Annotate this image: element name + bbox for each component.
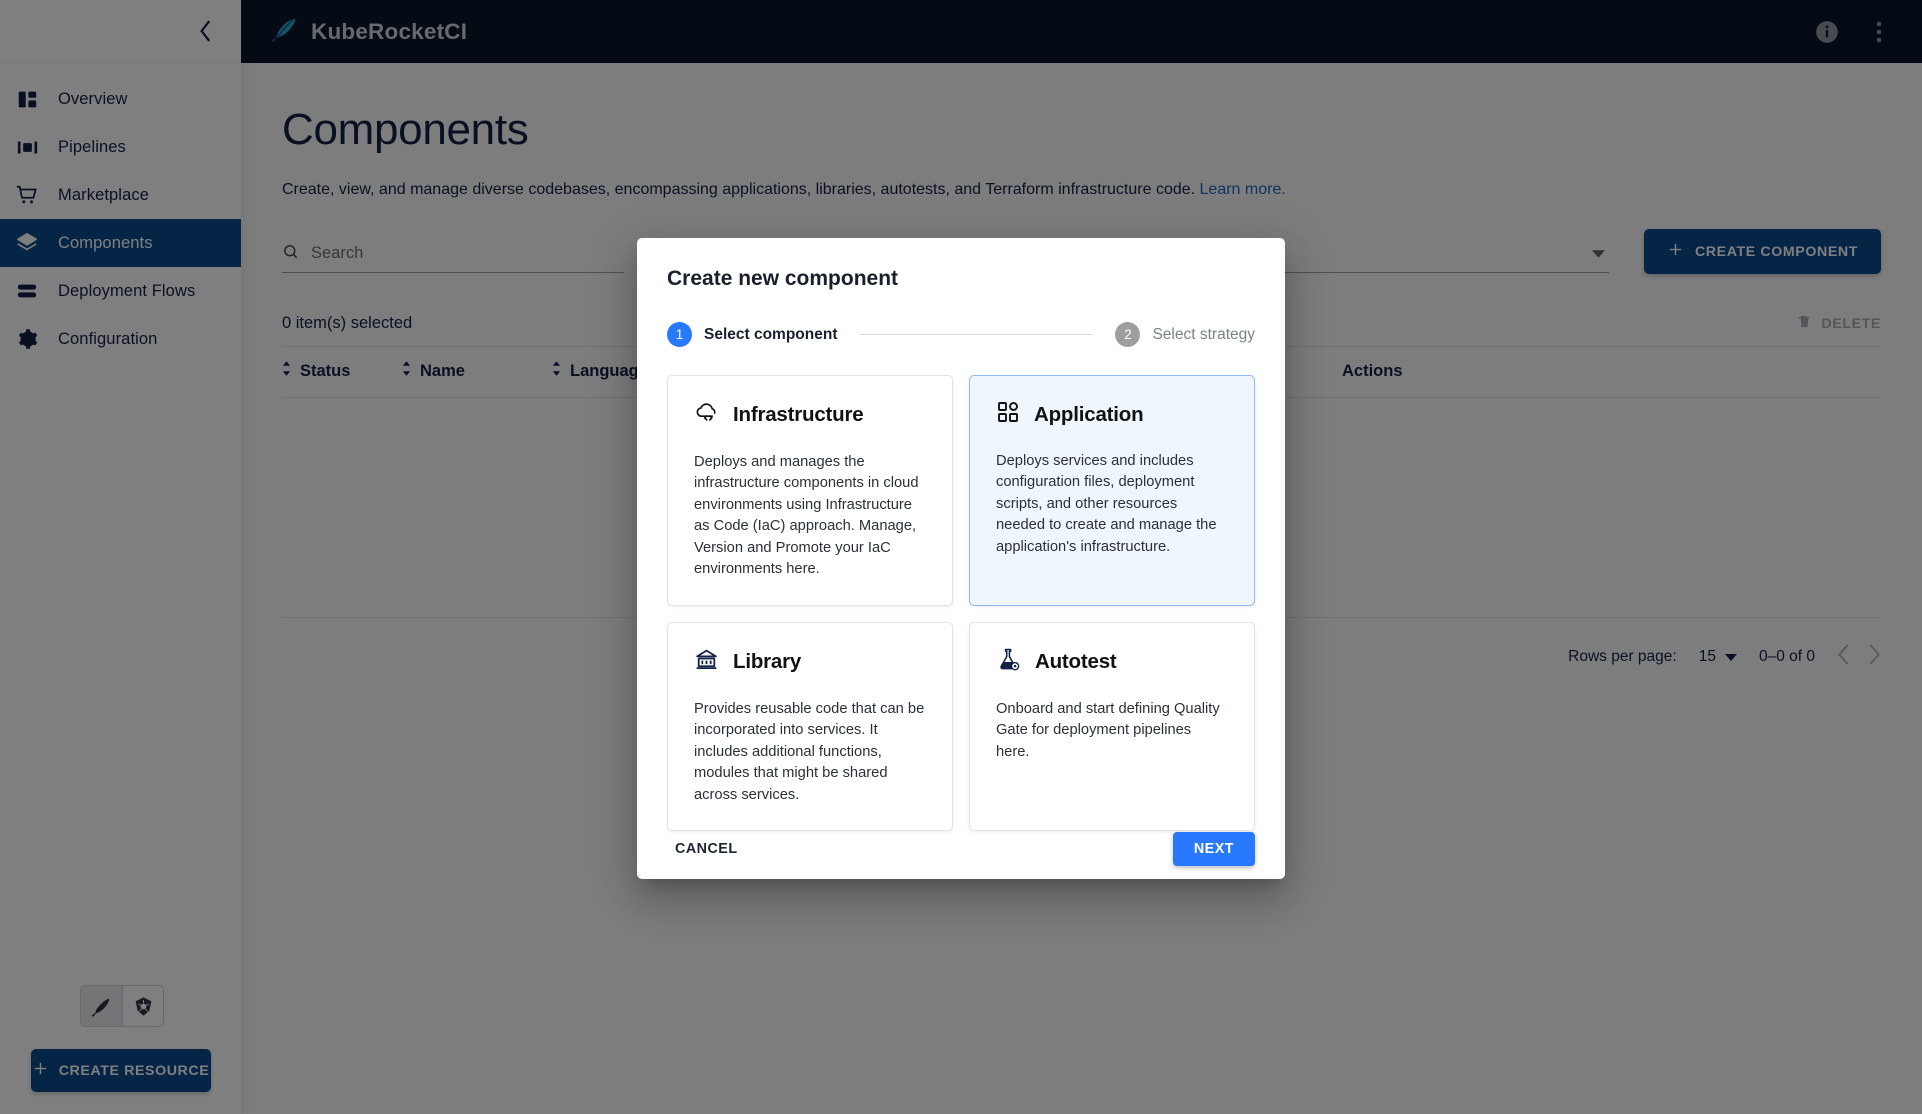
card-infrastructure[interactable]: Infrastructure Deploys and manages the i…: [667, 375, 953, 606]
stepper-connector: [859, 334, 1094, 335]
app-root: Components Create, view, and manage dive…: [0, 0, 1922, 1114]
card-header: Library: [694, 647, 926, 677]
step-select-strategy[interactable]: 2 Select strategy: [1115, 322, 1255, 347]
next-button[interactable]: NEXT: [1172, 831, 1255, 866]
bank-building-icon: [694, 647, 719, 677]
card-title: Application: [1034, 402, 1144, 426]
create-component-dialog: Create new component 1 Select component …: [637, 238, 1285, 879]
component-type-cards: Infrastructure Deploys and manages the i…: [637, 347, 1285, 831]
dialog-footer: CANCEL NEXT: [637, 831, 1285, 893]
flask-gear-icon: [996, 647, 1021, 677]
card-library[interactable]: Library Provides reusable code that can …: [667, 621, 953, 831]
card-title: Autotest: [1035, 649, 1117, 673]
card-header: Application: [996, 400, 1228, 429]
card-description: Provides reusable code that can be incor…: [694, 700, 925, 803]
step-label: Select strategy: [1152, 325, 1255, 343]
dialog-title: Create new component: [667, 267, 899, 290]
card-description: Deploys services and includes configurat…: [996, 453, 1217, 555]
step-select-component[interactable]: 1 Select component: [667, 322, 838, 347]
cancel-button[interactable]: CANCEL: [667, 831, 746, 867]
step-label: Select component: [704, 325, 838, 343]
step-number: 2: [1115, 322, 1141, 347]
card-header: Infrastructure: [694, 400, 926, 430]
step-number: 1: [667, 322, 692, 347]
cloud-code-icon: [694, 400, 719, 430]
stepper: 1 Select component 2 Select strategy: [637, 291, 1285, 347]
card-title: Library: [733, 649, 802, 673]
card-title: Infrastructure: [733, 403, 864, 426]
card-application[interactable]: Application Deploys services and include…: [969, 375, 1255, 606]
grid-dashboard-icon: [996, 400, 1020, 429]
card-autotest[interactable]: Autotest Onboard and start defining Qual…: [969, 621, 1255, 831]
card-header: Autotest: [996, 647, 1228, 677]
card-description: Onboard and start defining Quality Gate …: [996, 700, 1220, 760]
card-description: Deploys and manages the infrastructure c…: [694, 454, 919, 578]
